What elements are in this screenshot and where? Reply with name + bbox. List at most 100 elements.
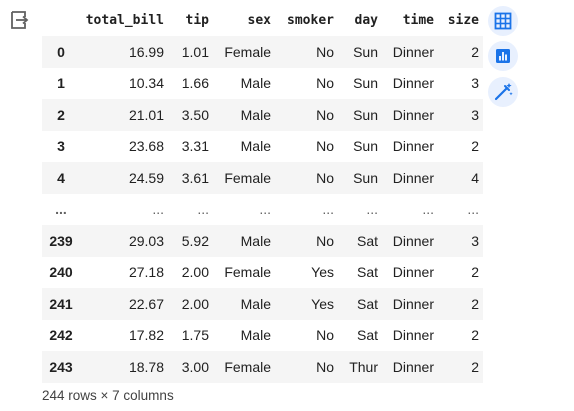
table-cell: Dinner [392,75,434,92]
index-header [42,4,80,36]
table-cell: Dinner [392,358,434,375]
magic-generate-button[interactable] [488,77,518,107]
table-cell: Dinner [392,106,434,123]
table-cell: Thur [349,358,378,375]
table-cell: 3.61 [181,169,209,186]
table-cell: 1.75 [181,327,209,344]
table-row: 2 21.01 3.50 Male No Sun Dinner 3 [42,99,483,131]
table-cell: 16.99 [128,43,164,60]
table-cell: Sun [353,106,378,123]
table-cell: Female [224,358,271,375]
table-cell: Sun [353,43,378,60]
table-cell: Yes [311,295,334,312]
table-cell: 3.00 [181,358,209,375]
table-cell: Dinner [392,264,434,281]
column-header: smoker [287,12,334,28]
magic-wand-icon [494,83,513,101]
column-header: time [402,12,434,28]
column-header: day [354,12,378,28]
table-cell: Sun [353,169,378,186]
table-cell: Sat [356,295,378,312]
table-cell: 2 [471,327,479,344]
row-index: 241 [49,295,73,312]
column-header: sex [247,12,271,28]
table-cell: Sun [353,75,378,92]
table-cell: Sun [353,138,378,155]
table-cell: 2.00 [181,264,209,281]
row-index: 239 [49,232,73,249]
output-redirect-icon[interactable] [9,10,29,30]
table-view-button[interactable] [488,6,518,36]
table-cell: 2.00 [181,295,209,312]
dataframe-shape-label: 244 rows × 7 columns [42,388,174,403]
table-cell: 5.92 [181,232,209,249]
table-row: 240 27.18 2.00 Female Yes Sat Dinner 2 [42,256,483,288]
table-cell: ... [197,201,209,218]
row-index: 3 [57,138,65,155]
table-header-row: total_bill tip sex smoker day time size [42,4,483,36]
table-cell: Male [240,327,271,344]
table-cell: Sat [356,264,378,281]
table-cell: 10.34 [128,75,164,92]
table-cell: 3 [471,75,479,92]
table-cell: ... [322,201,334,218]
table-cell: Dinner [392,232,434,249]
table-cell: ... [422,201,434,218]
table-cell: 22.67 [128,295,164,312]
row-index: 0 [57,43,65,60]
table-row: 4 24.59 3.61 Female No Sun Dinner 4 [42,162,483,194]
table-cell: 18.78 [128,358,164,375]
table-cell: ... [152,201,164,218]
table-cell: Sat [356,327,378,344]
table-cell: Male [240,232,271,249]
table-cell: 4 [471,169,479,186]
table-cell: 21.01 [128,106,164,123]
row-index: ... [55,201,67,218]
table-cell: 2 [471,358,479,375]
table-cell: No [316,327,334,344]
table-cell: Male [240,106,271,123]
table-cell: Female [224,264,271,281]
table-row: 242 17.82 1.75 Male No Sat Dinner 2 [42,319,483,351]
table-cell: Female [224,169,271,186]
row-index: 243 [49,358,73,375]
table-cell: 23.68 [128,138,164,155]
table-cell: 3 [471,232,479,249]
row-index: 4 [57,169,65,186]
table-cell: Male [240,75,271,92]
table-cell: 24.59 [128,169,164,186]
bar-chart-icon [496,49,510,63]
table-cell: Dinner [392,43,434,60]
table-cell: Male [240,138,271,155]
column-header: total_bill [85,12,164,28]
table-cell: Dinner [392,138,434,155]
table-cell: 3.31 [181,138,209,155]
table-cell: Yes [311,264,334,281]
row-index: 1 [57,75,65,92]
table-cell: 2 [471,138,479,155]
table-cell: Male [240,295,271,312]
table-cell: Dinner [392,169,434,186]
table-cell: 1.66 [181,75,209,92]
table-cell: Sat [356,232,378,249]
table-cell: Dinner [392,295,434,312]
table-cell: 1.01 [181,43,209,60]
table-cell: ... [366,201,378,218]
table-row: 0 16.99 1.01 Female No Sun Dinner 2 [42,36,483,68]
table-row: 241 22.67 2.00 Male Yes Sat Dinner 2 [42,288,483,320]
row-index: 240 [49,264,73,281]
chart-suggest-button[interactable] [488,41,518,71]
table-row: 1 10.34 1.66 Male No Sun Dinner 3 [42,67,483,99]
table-icon [494,12,512,30]
table-cell: No [316,358,334,375]
table-cell: 29.03 [128,232,164,249]
table-cell: No [316,106,334,123]
table-cell: Dinner [392,327,434,344]
table-row: 239 29.03 5.92 Male No Sat Dinner 3 [42,225,483,257]
table-cell: 2 [471,43,479,60]
table-cell: 2 [471,295,479,312]
table-cell: No [316,75,334,92]
table-cell: 3 [471,106,479,123]
table-cell: ... [259,201,271,218]
table-cell: No [316,169,334,186]
